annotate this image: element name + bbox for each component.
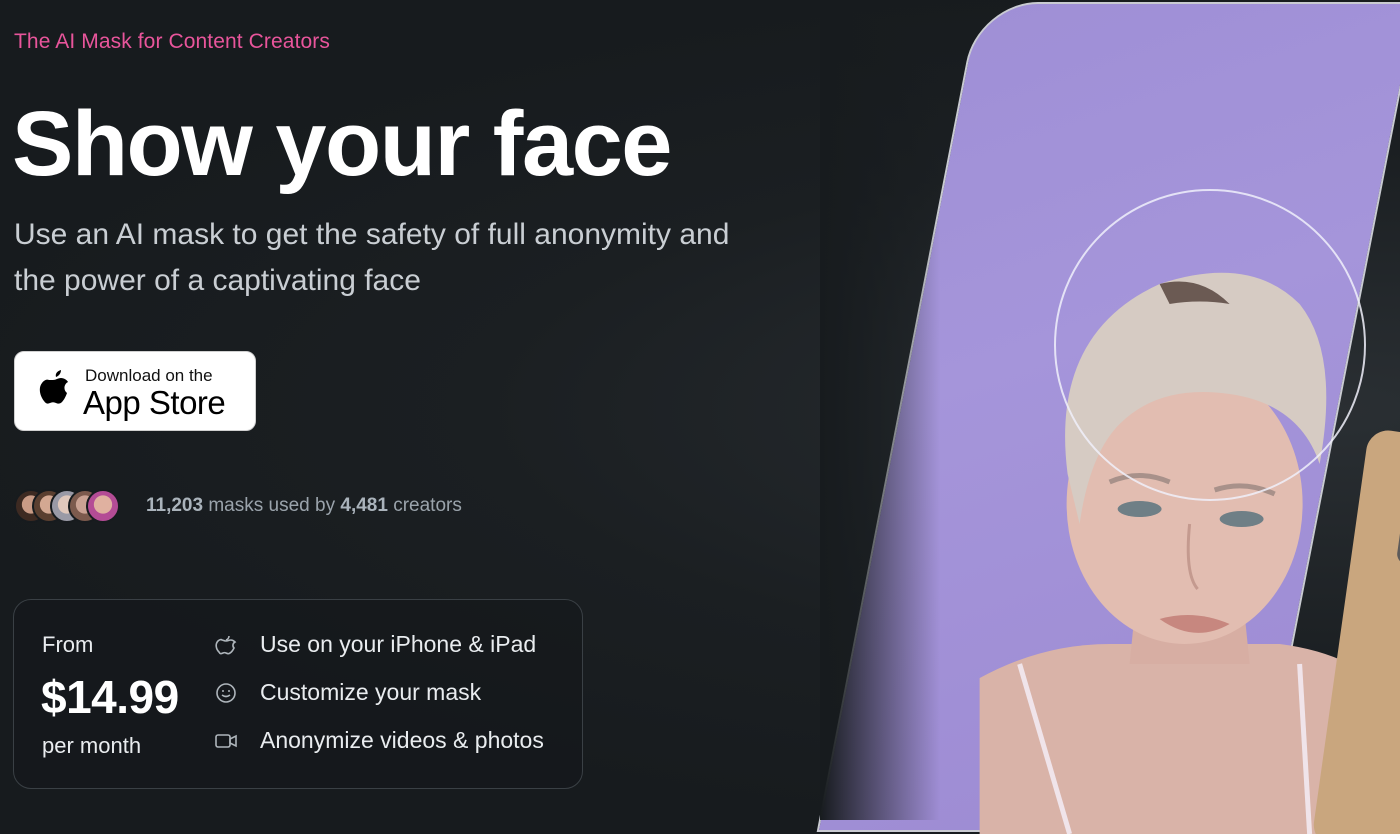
usage-stats: 11,203 masks used by 4,481 creators bbox=[146, 495, 462, 517]
photo-edge-shade bbox=[820, 0, 940, 820]
avatar bbox=[86, 489, 120, 523]
apple-icon bbox=[215, 635, 237, 655]
price-period: per month bbox=[42, 733, 142, 758]
video-camera-icon bbox=[215, 734, 237, 748]
apple-logo-icon bbox=[39, 370, 68, 404]
hero-eyebrow: The AI Mask for Content Creators bbox=[14, 30, 330, 53]
hero-subhead: Use an AI mask to get the safety of full… bbox=[14, 218, 730, 297]
face-mask-icon bbox=[216, 683, 236, 703]
price-from-label: From bbox=[42, 632, 94, 657]
creator-avatar-stack bbox=[14, 489, 134, 523]
hero-headline: Show your face bbox=[12, 93, 672, 195]
feature-label: Use on your iPhone & iPad bbox=[260, 631, 537, 657]
app-store-download-button[interactable]: Download on the App Store bbox=[14, 351, 256, 431]
feature-label: Anonymize videos & photos bbox=[260, 727, 544, 753]
app-store-small-label: Download on the bbox=[85, 366, 213, 385]
pricing-card: From $14.99 per month Use on your iPhone… bbox=[13, 599, 583, 789]
feature-label: Customize your mask bbox=[260, 679, 482, 705]
mask-focus-ring bbox=[1054, 189, 1366, 501]
app-store-large-label: App Store bbox=[83, 384, 226, 421]
creators-count: 4,481 bbox=[340, 495, 388, 516]
masks-count: 11,203 bbox=[146, 495, 204, 516]
masks-text: masks used by bbox=[208, 495, 336, 516]
creators-text: creators bbox=[393, 495, 462, 516]
price-amount: $14.99 bbox=[41, 671, 179, 723]
